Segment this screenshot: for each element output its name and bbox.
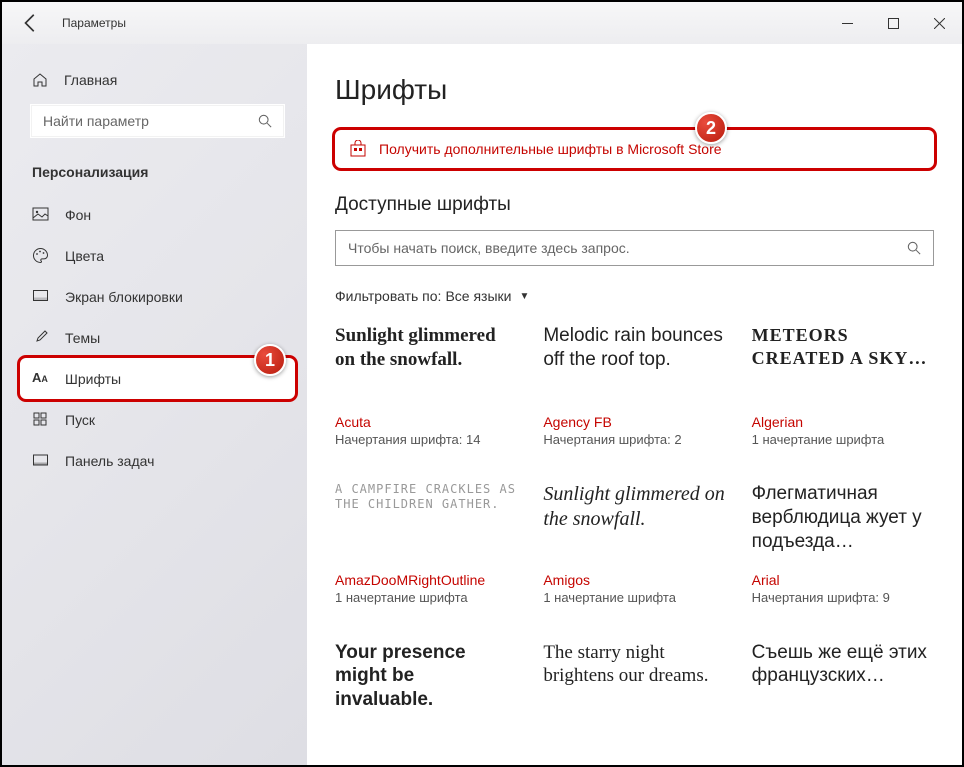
sidebar-search-placeholder: Найти параметр: [43, 113, 258, 129]
font-search-input[interactable]: Чтобы начать поиск, введите здесь запрос…: [335, 230, 934, 266]
font-sample: Melodic rain bounces off the roof top.: [543, 324, 725, 402]
sidebar-item-label: Фон: [65, 207, 91, 223]
font-card[interactable]: The starry night brightens our dreams.: [543, 641, 725, 731]
close-button[interactable]: [916, 7, 962, 39]
font-card[interactable]: Флегматичная верблюдица жует у подъезда……: [752, 482, 934, 606]
page-title: Шрифты: [335, 74, 934, 106]
font-meta: 1 начертание шрифта: [335, 590, 517, 606]
brush-icon: [32, 329, 49, 346]
font-card[interactable]: A campfire crackles as the children gath…: [335, 482, 517, 606]
sidebar-item-lockscreen[interactable]: Экран блокировки: [20, 276, 295, 317]
sidebar-item-label: Экран блокировки: [65, 289, 183, 305]
palette-icon: [32, 247, 49, 264]
font-sample: Флегматичная верблюдица жует у подъезда…: [752, 482, 934, 560]
font-card[interactable]: Your presence might be invaluable.: [335, 641, 517, 731]
arrow-left-icon: [20, 12, 42, 34]
image-icon: [32, 206, 49, 223]
home-icon: [32, 72, 48, 88]
font-meta: Начертания шрифта: 9: [752, 590, 934, 606]
maximize-icon: [888, 18, 899, 29]
filter-dropdown[interactable]: Фильтровать по: Все языки ▼: [335, 288, 934, 304]
back-button[interactable]: [20, 12, 42, 34]
close-icon: [934, 18, 945, 29]
sidebar-item-colors[interactable]: Цвета: [20, 235, 295, 276]
sidebar-item-label: Цвета: [65, 248, 104, 264]
filter-value: Все языки: [445, 288, 511, 304]
font-sample: Съешь же ещё этих французских…: [752, 641, 934, 719]
minimize-button[interactable]: [824, 7, 870, 39]
font-name: Arial: [752, 572, 934, 588]
font-sample: Sunlight glimmered on the snowfall.: [543, 482, 725, 560]
titlebar: Параметры: [2, 2, 962, 44]
taskbar-icon: [32, 452, 49, 469]
sidebar: Главная Найти параметр Персонализация Фо…: [2, 44, 307, 765]
font-search-placeholder: Чтобы начать поиск, введите здесь запрос…: [348, 240, 907, 256]
font-sample: Your presence might be invaluable.: [335, 641, 517, 719]
font-card[interactable]: Meteors created a sky… Algerian 1 начерт…: [752, 324, 934, 448]
sidebar-home-label: Главная: [64, 72, 117, 88]
annotation-badge-2: 2: [695, 112, 727, 144]
sidebar-item-label: Панель задач: [65, 453, 154, 469]
annotation-badge-1: 1: [254, 344, 286, 376]
font-card[interactable]: Съешь же ещё этих французских…: [752, 641, 934, 731]
available-fonts-header: Доступные шрифты: [335, 194, 934, 216]
chevron-down-icon: ▼: [519, 291, 529, 302]
window-title: Параметры: [62, 16, 126, 30]
start-icon: [32, 411, 49, 428]
font-name: AmazDooMRightOutline: [335, 572, 517, 588]
sidebar-search[interactable]: Найти параметр: [30, 104, 285, 138]
font-sample: Sunlight glimmered on the snowfall.: [335, 324, 517, 402]
main-panel: Шрифты Получить дополнительные шрифты в …: [307, 44, 962, 765]
search-icon: [907, 241, 921, 255]
sidebar-item-start[interactable]: Пуск: [20, 399, 295, 440]
font-name: Amigos: [543, 572, 725, 588]
sidebar-item-taskbar[interactable]: Панель задач: [20, 440, 295, 481]
font-meta: Начертания шрифта: 14: [335, 432, 517, 448]
maximize-button[interactable]: [870, 7, 916, 39]
font-icon: AA: [32, 370, 49, 387]
font-card[interactable]: Sunlight glimmered on the snowfall. Acut…: [335, 324, 517, 448]
sidebar-item-label: Темы: [65, 330, 100, 346]
sidebar-home[interactable]: Главная: [20, 62, 295, 98]
sidebar-item-label: Шрифты: [65, 371, 121, 387]
font-meta: 1 начертание шрифта: [543, 590, 725, 606]
lock-screen-icon: [32, 288, 49, 305]
font-grid: Sunlight glimmered on the snowfall. Acut…: [335, 324, 934, 731]
filter-label: Фильтровать по:: [335, 288, 441, 304]
font-meta: Начертания шрифта: 2: [543, 432, 725, 448]
font-sample: A campfire crackles as the children gath…: [335, 482, 517, 560]
store-link-label: Получить дополнительные шрифты в Microso…: [379, 141, 722, 157]
font-card[interactable]: Sunlight glimmered on the snowfall. Amig…: [543, 482, 725, 606]
sidebar-item-background[interactable]: Фон: [20, 194, 295, 235]
font-name: Algerian: [752, 414, 934, 430]
font-sample: Meteors created a sky…: [752, 324, 934, 402]
minimize-icon: [842, 18, 853, 29]
sidebar-item-label: Пуск: [65, 412, 95, 428]
font-sample: The starry night brightens our dreams.: [543, 641, 725, 719]
sidebar-item-themes[interactable]: Темы: [20, 317, 295, 358]
sidebar-section-header: Персонализация: [20, 154, 295, 194]
search-icon: [258, 114, 272, 128]
font-name: Acuta: [335, 414, 517, 430]
font-meta: 1 начертание шрифта: [752, 432, 934, 448]
font-card[interactable]: Melodic rain bounces off the roof top. A…: [543, 324, 725, 448]
store-icon: [349, 140, 367, 158]
font-name: Agency FB: [543, 414, 725, 430]
store-link[interactable]: Получить дополнительные шрифты в Microso…: [335, 130, 934, 168]
